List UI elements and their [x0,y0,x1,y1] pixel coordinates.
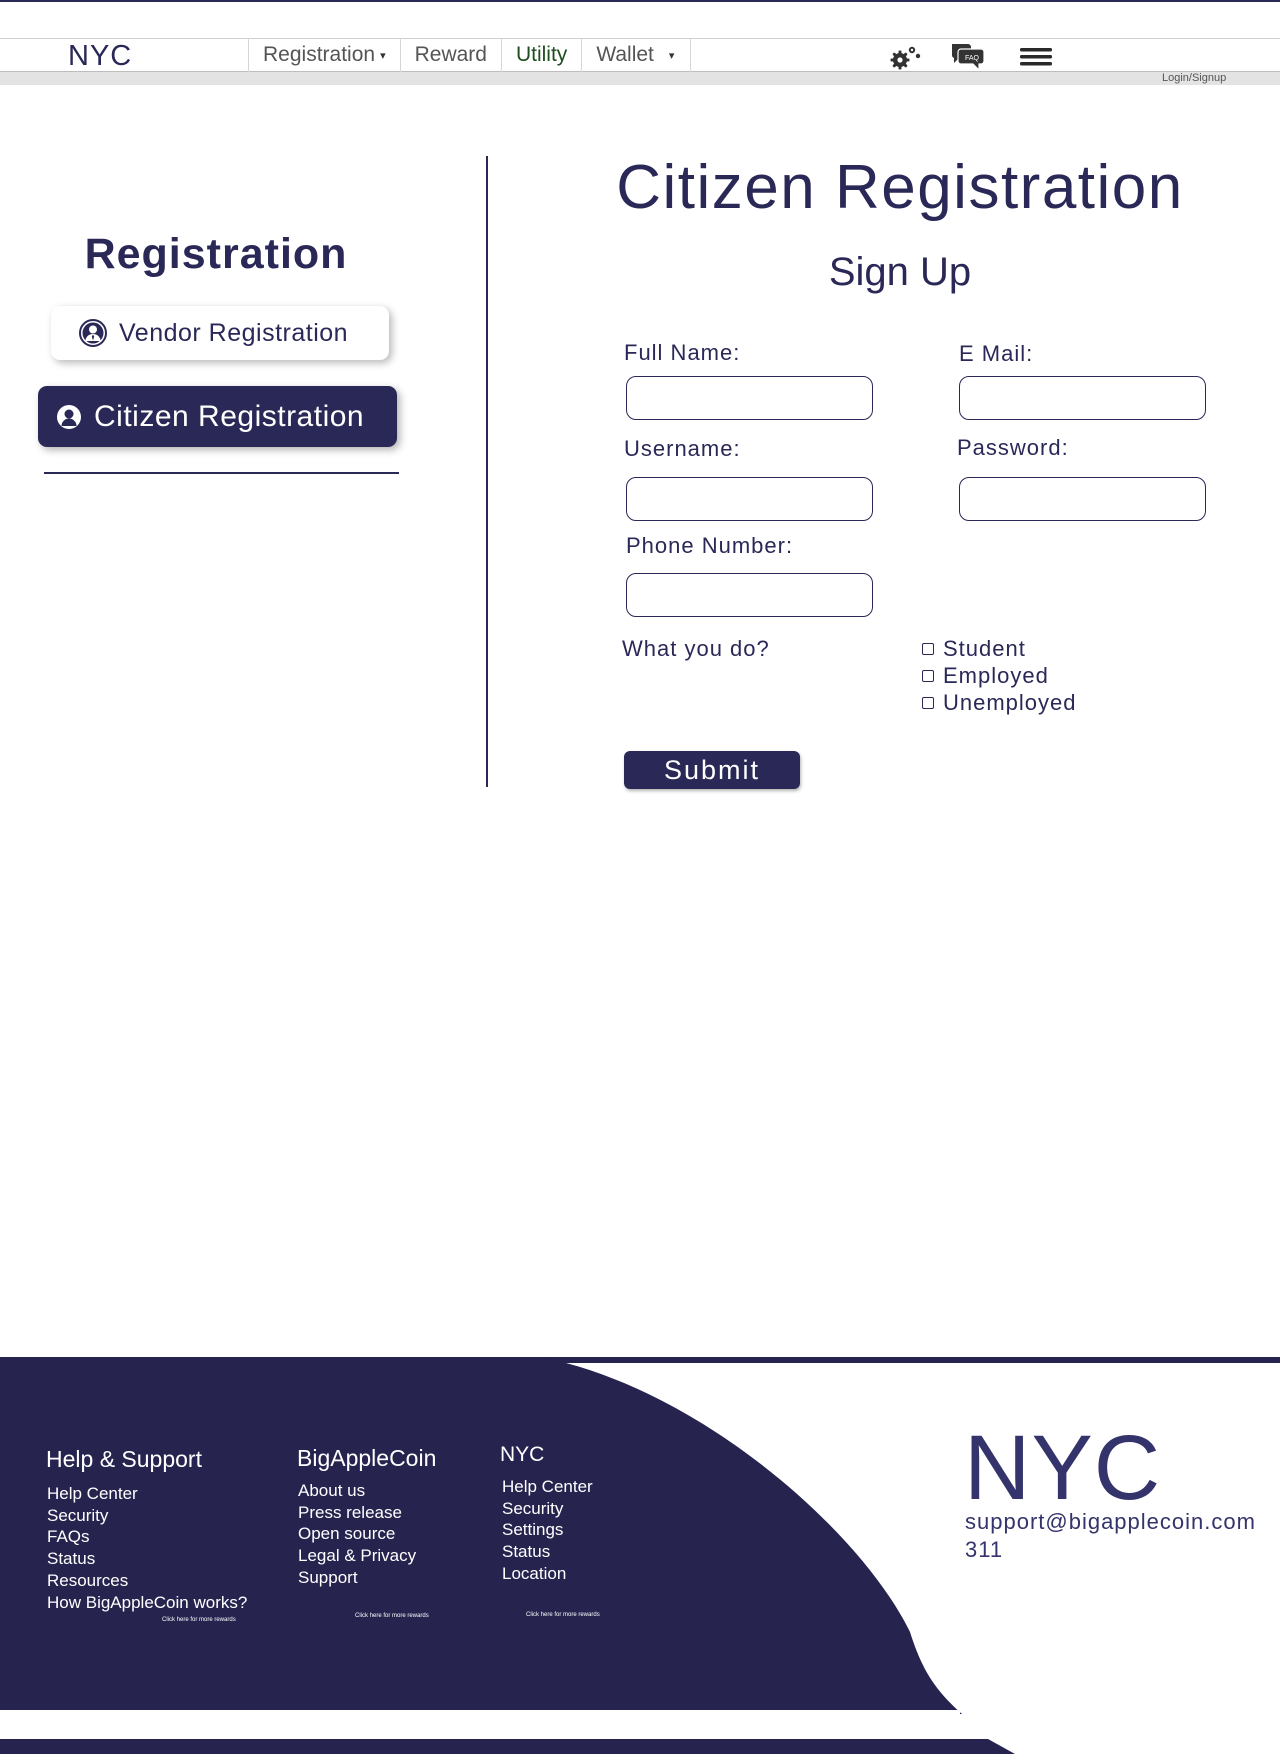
email-input[interactable] [959,376,1206,420]
footer-heading-nyc: NYC [500,1443,545,1466]
faq-icon-text: FAQ [965,55,980,62]
footer-link[interactable]: Help Center [502,1476,593,1498]
sidebar-divider [44,472,399,474]
footer-help-links: Help Center Security FAQs Status Resourc… [47,1483,247,1613]
login-signup-link[interactable]: Login/Signup [1162,72,1226,84]
footer-more-rewards-link[interactable]: Click here for more rewards [355,1613,429,1619]
phone-number-input[interactable] [626,573,873,617]
footer-link[interactable]: Status [47,1548,247,1570]
chevron-down-icon: ▾ [668,49,675,62]
chevron-down-icon: ▾ [380,49,386,62]
nav-utility-label: Utility [515,43,568,66]
vendor-registration-button[interactable]: Vendor Registration [51,306,389,360]
citizen-registration-button[interactable]: Citizen Registration [38,386,397,447]
password-label: Password: [957,435,1069,460]
employed-checkbox-label: Employed [943,663,1049,688]
full-name-input[interactable] [626,376,873,420]
vendor-user-icon [79,319,107,347]
checkbox-square[interactable] [922,697,934,709]
checkbox-square[interactable] [922,670,934,682]
nav-reward-label: Reward [414,43,487,66]
full-name-label: Full Name: [624,340,741,365]
citizen-user-icon [57,404,81,429]
footer-more-rewards-link[interactable]: Click here for more rewards [526,1612,600,1618]
citizen-registration-label: Citizen Registration [94,399,365,433]
vertical-divider [486,156,488,787]
password-input[interactable] [959,477,1206,521]
footer-link[interactable]: About us [298,1480,416,1502]
unemployed-checkbox-label: Unemployed [943,690,1077,715]
checkbox-square[interactable] [922,643,934,655]
email-label: E Mail: [959,341,1034,366]
footer-link[interactable]: FAQs [47,1526,247,1548]
phone-number-label: Phone Number: [626,533,794,558]
footer-link[interactable]: Security [47,1505,247,1527]
footer-heading-bigapplecoin: BigAppleCoin [297,1445,437,1471]
footer-link[interactable]: Status [502,1541,593,1563]
footer-link[interactable]: Open source [298,1523,416,1545]
settings-gears-icon[interactable] [886,42,922,72]
footer-bigapplecoin-links: About us Press release Open source Legal… [298,1480,416,1589]
footer-link[interactable]: Support [298,1567,416,1589]
sidebar-title: Registration [84,230,348,278]
brand-logo[interactable]: NYC [68,40,132,73]
footer-link[interactable]: Legal & Privacy [298,1545,416,1567]
top-border [0,0,1280,2]
hamburger-menu-icon[interactable] [1018,42,1054,72]
footer-heading-help: Help & Support [46,1446,202,1472]
page-title: Citizen Registration [616,153,1184,222]
nav-registration[interactable]: Registration ▾ [248,38,400,72]
username-label: Username: [624,436,741,461]
footer-brand: NYC [964,1417,1162,1519]
footer-white-stripe [0,1710,960,1714]
footer-link[interactable]: Settings [502,1519,593,1541]
footer-bottom-band [0,1739,1015,1754]
employed-checkbox[interactable]: Employed [922,663,1049,689]
footer-link[interactable]: Help Center [47,1483,247,1505]
footer-more-rewards-link[interactable]: Click here for more rewards [162,1617,236,1623]
footer-link[interactable]: Security [502,1498,593,1520]
vendor-registration-label: Vendor Registration [119,318,349,347]
main-menu: Registration ▾ Reward Utility Wallet ▾ [248,38,692,72]
username-input[interactable] [626,477,873,521]
nav-utility[interactable]: Utility [500,38,581,72]
nav-reward[interactable]: Reward [399,38,501,72]
occupation-question: What you do? [622,636,770,661]
nav-wallet[interactable]: Wallet ▾ [581,38,692,72]
footer-link[interactable]: How BigAppleCoin works? [47,1592,247,1614]
student-checkbox-label: Student [943,636,1026,661]
navbar-underline-strip [0,71,1280,85]
footer-nyc-links: Help Center Security Settings Status Loc… [502,1476,593,1585]
nav-registration-label: Registration [263,43,376,66]
footer-support-email[interactable]: support@bigapplecoin.com [965,1509,1256,1535]
student-checkbox[interactable]: Student [922,636,1026,662]
footer-link[interactable]: Press release [298,1502,416,1524]
page-subtitle: Sign Up [828,250,972,294]
submit-button[interactable]: Submit [624,751,800,789]
footer-phone: 311 [965,1537,1004,1562]
unemployed-checkbox[interactable]: Unemployed [922,690,1077,716]
footer-link[interactable]: Resources [47,1570,247,1592]
faq-chat-icon[interactable]: FAQ [950,42,986,72]
nav-wallet-label: Wallet [596,43,654,66]
footer-link[interactable]: Location [502,1563,593,1585]
